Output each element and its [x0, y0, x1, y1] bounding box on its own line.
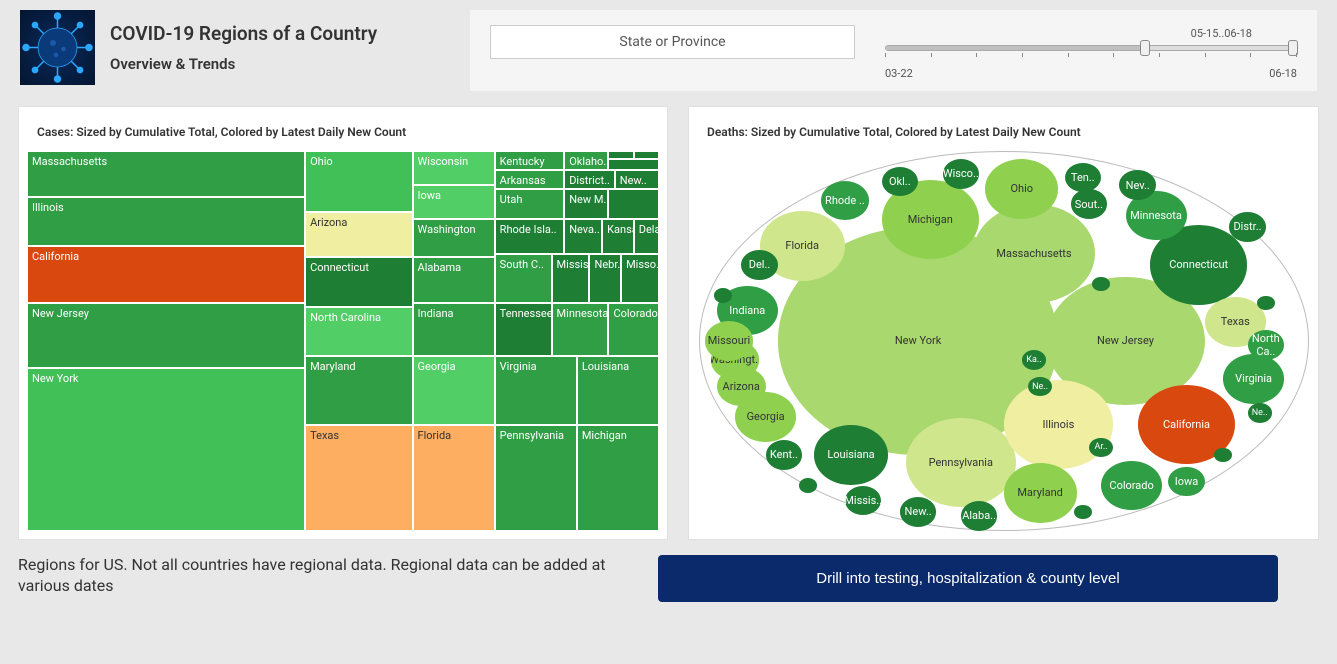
bubble[interactable]: Del..	[741, 250, 778, 280]
bubble[interactable]: Ohio	[985, 159, 1058, 218]
deaths-bubble-chart[interactable]: New YorkNew JerseyMassachusettsMichiganP…	[699, 151, 1309, 531]
cases-panel: Cases: Sized by Cumulative Total, Colore…	[18, 106, 668, 540]
bubble[interactable]: Distr..	[1229, 212, 1266, 242]
treemap-cell[interactable]: Pennsylvania	[495, 425, 577, 531]
state-province-dropdown[interactable]: State or Province	[490, 25, 855, 59]
treemap-cell[interactable]: Rhode Isla..	[495, 219, 565, 253]
bubble[interactable]: Pennsylvania	[906, 418, 1016, 507]
bubble[interactable]: Massachusetts	[973, 204, 1095, 303]
treemap-cell[interactable]: Maryland	[305, 356, 412, 424]
treemap-cell[interactable]: Alabama	[413, 257, 495, 303]
virus-icon	[20, 10, 95, 85]
treemap-cell[interactable]: California	[27, 246, 305, 303]
bubble[interactable]: Ne..	[1248, 403, 1272, 423]
treemap-cell[interactable]: Michigan	[577, 425, 659, 531]
bubble[interactable]: Okl..	[882, 167, 919, 197]
bubble[interactable]: North Ca..	[1248, 330, 1285, 360]
treemap-cell[interactable]: New York	[27, 368, 305, 531]
bubble[interactable]: Wisco..	[943, 159, 980, 189]
treemap-cell[interactable]: Washington	[413, 219, 495, 257]
treemap-cell[interactable]: Minnesota	[552, 303, 609, 356]
bubble[interactable]	[714, 288, 732, 303]
header: COVID-19 Regions of a Country Overview &…	[0, 0, 1337, 96]
treemap-cell[interactable]: District..	[564, 170, 615, 189]
drill-button[interactable]: Drill into testing, hospitalization & co…	[658, 555, 1278, 602]
bubble[interactable]	[799, 478, 817, 493]
treemap-cell[interactable]: Utah	[495, 189, 565, 219]
bubble[interactable]: Ka..	[1022, 350, 1046, 370]
bubble[interactable]: Missouri	[705, 321, 754, 361]
treemap-cell[interactable]: Misso..	[621, 254, 659, 303]
bubble[interactable]: Colorado	[1101, 461, 1162, 510]
treemap-cell[interactable]: Illinois	[27, 197, 305, 246]
treemap-cell[interactable]: New Jersey	[27, 303, 305, 368]
slider-range-label: 05-15..06-18	[1191, 27, 1252, 40]
bubble[interactable]: Maryland	[1004, 463, 1077, 522]
deaths-panel-title: Deaths: Sized by Cumulative Total, Color…	[697, 125, 1310, 139]
treemap-cell[interactable]: Florida	[413, 425, 495, 531]
page-title: COVID-19 Regions of a Country	[110, 22, 377, 45]
treemap-cell[interactable]: Massachusetts	[27, 151, 305, 197]
cases-panel-title: Cases: Sized by Cumulative Total, Colore…	[27, 125, 659, 139]
treemap-cell[interactable]	[608, 189, 659, 219]
bubble[interactable]	[1257, 296, 1275, 311]
bubble[interactable]: Kent..	[766, 440, 803, 470]
page-subtitle: Overview & Trends	[110, 55, 377, 73]
slider-max-label: 06-18	[1269, 67, 1297, 80]
deaths-panel: Deaths: Sized by Cumulative Total, Color…	[688, 106, 1319, 540]
treemap-cell[interactable]: Missis..	[552, 254, 590, 303]
bubble[interactable]	[1074, 505, 1092, 520]
bubble[interactable]: Arizona	[717, 367, 766, 407]
treemap-cell[interactable]: New M..	[564, 189, 608, 219]
treemap-cell[interactable]: Texas	[305, 425, 412, 531]
treemap-cell[interactable]: Virginia	[495, 356, 577, 424]
treemap-cell[interactable]: Kentucky	[495, 151, 565, 170]
bubble[interactable]: Nev..	[1119, 170, 1156, 200]
bubble[interactable]: Virginia	[1223, 354, 1284, 403]
slider-fill	[886, 46, 1140, 50]
footer: Regions for US. Not all countries have r…	[0, 545, 1337, 612]
date-range-slider[interactable]: 05-15..06-18 03-22 06-18	[885, 25, 1297, 81]
slider-track[interactable]	[885, 45, 1297, 51]
bubble[interactable]: Rhode ..	[821, 181, 870, 221]
treemap-cell[interactable]: Dela..	[634, 219, 659, 253]
treemap-cell[interactable]: Neva..	[564, 219, 602, 253]
slider-labels: 03-22 06-18	[885, 67, 1297, 81]
treemap-cell[interactable]: Connecticut	[305, 257, 412, 306]
bubble[interactable]: Sout..	[1071, 189, 1108, 219]
treemap-cell[interactable]: New..	[615, 170, 659, 189]
treemap-cell[interactable]: South C..	[495, 254, 552, 303]
treemap-cell[interactable]: Kansa..	[602, 219, 634, 253]
treemap-cell[interactable]: Ohio	[305, 151, 412, 212]
cases-treemap[interactable]: MassachusettsIllinoisCaliforniaNew Jerse…	[27, 151, 659, 531]
treemap-cell[interactable]: Arizona	[305, 212, 412, 258]
bubble[interactable]: Iowa	[1168, 467, 1205, 497]
controls-bar: State or Province 05-15..06-18 03-22 06-…	[470, 10, 1317, 91]
treemap-cell[interactable]: Nebr..	[589, 254, 621, 303]
treemap-cell[interactable]: Oklaho..	[564, 151, 608, 170]
treemap-cell[interactable]: Indiana	[413, 303, 495, 356]
charts-row: Cases: Sized by Cumulative Total, Colore…	[0, 96, 1337, 545]
treemap-cell[interactable]: North Carolina	[305, 307, 412, 356]
treemap-cell[interactable]: Tennessee	[495, 303, 552, 356]
treemap-cell[interactable]: Iowa	[413, 185, 495, 219]
slider-min-label: 03-22	[885, 67, 913, 80]
treemap-cell[interactable]: Georgia	[413, 356, 495, 424]
bubble[interactable]: Louisiana	[814, 425, 887, 484]
bubble[interactable]: New..	[900, 497, 937, 527]
title-area: COVID-19 Regions of a Country Overview &…	[20, 10, 460, 85]
bubble[interactable]: Alaba..	[961, 501, 998, 531]
treemap-cell[interactable]: Colorado	[608, 303, 659, 356]
treemap-cell[interactable]: Wisconsin	[413, 151, 495, 185]
treemap-cell[interactable]	[608, 159, 659, 170]
treemap-cell[interactable]: Arkansas	[495, 170, 565, 189]
footer-note: Regions for US. Not all countries have r…	[18, 555, 638, 597]
titles: COVID-19 Regions of a Country Overview &…	[110, 22, 377, 73]
slider-ticks	[885, 53, 1297, 67]
treemap-cell[interactable]: Louisiana	[577, 356, 659, 424]
